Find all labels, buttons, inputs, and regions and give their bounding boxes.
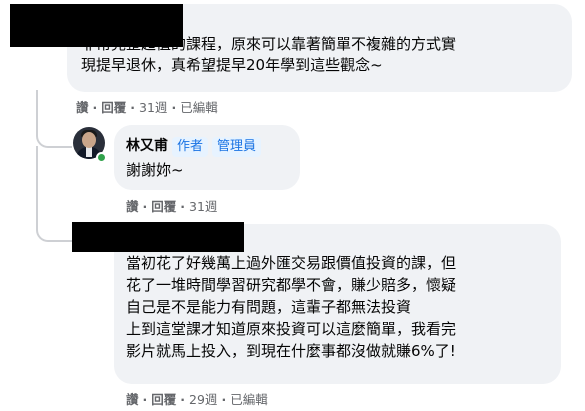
edited-label: 已編輯 [180, 100, 218, 115]
like-button[interactable]: 讚 [126, 199, 139, 214]
thread-line-main [36, 90, 72, 148]
like-button[interactable]: 讚 [126, 392, 139, 407]
redacted-author-1 [10, 4, 183, 47]
comment-text-2: 當初花了好幾萬上過外匯交易跟價值投資的課，但 花了一堆時間學習研究都學不會，賺少… [126, 254, 457, 360]
timestamp[interactable]: 31週 [139, 100, 167, 115]
author-badge: 作者 [172, 137, 209, 157]
reply-text: 謝謝妳~ [126, 161, 184, 179]
reply-bubble: 林又甫 作者 管理員 謝謝妳~ [114, 125, 300, 190]
online-status-icon [96, 152, 107, 163]
admin-badge: 管理員 [212, 137, 262, 157]
timestamp[interactable]: 29週 [189, 392, 217, 407]
reply-actions: 讚 · 回覆 · 31週 [126, 199, 218, 214]
reply-button[interactable]: 回覆 [151, 392, 176, 407]
comment-actions-1: 讚 · 回覆 · 31週 · 已編輯 [76, 100, 218, 115]
thread-line-reply [36, 146, 72, 242]
redacted-author-2 [72, 222, 244, 252]
author-name[interactable]: 林又甫 [126, 138, 168, 154]
timestamp[interactable]: 31週 [189, 199, 217, 214]
edited-label: 已編輯 [230, 392, 268, 407]
reply-button[interactable]: 回覆 [101, 100, 126, 115]
like-button[interactable]: 讚 [76, 100, 89, 115]
reply-button[interactable]: 回覆 [151, 199, 176, 214]
comment-actions-2: 讚 · 回覆 · 29週 · 已編輯 [126, 392, 268, 407]
